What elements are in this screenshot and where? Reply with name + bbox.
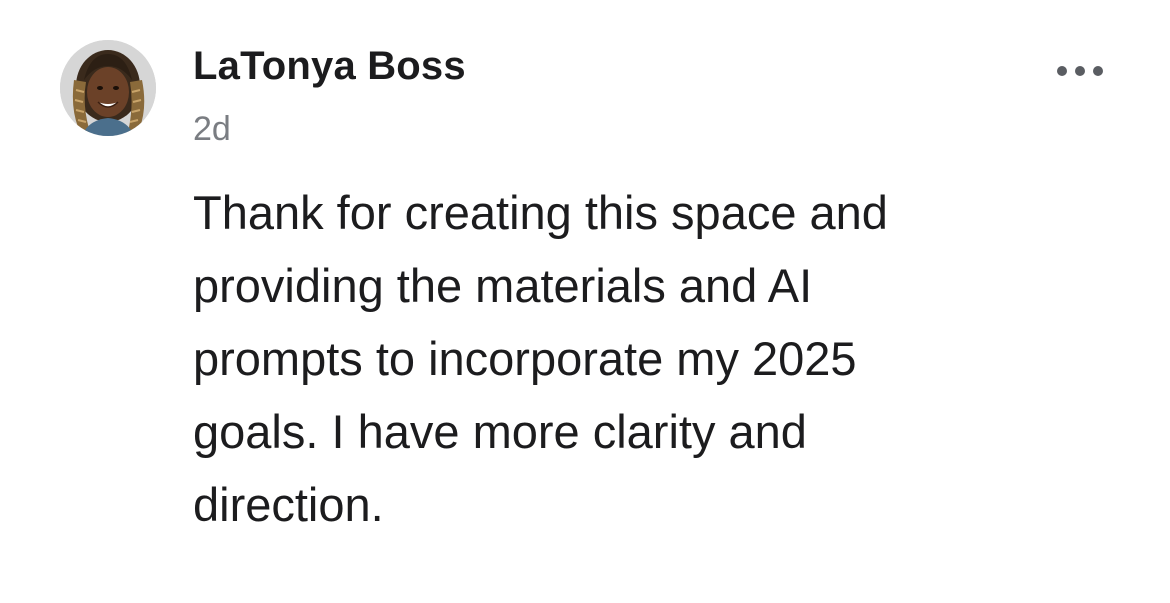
avatar-image [60,40,156,136]
avatar[interactable] [60,40,156,136]
post-body-text: Thank for creating this space and provid… [193,186,888,531]
post-timestamp[interactable]: 2d [193,110,231,149]
author-name[interactable]: LaTonya Boss [193,44,466,89]
more-horizontal-icon [1057,66,1103,76]
more-options-button[interactable] [1052,54,1108,88]
post-card: LaTonya Boss 2d Thank for creating this … [0,0,1170,603]
